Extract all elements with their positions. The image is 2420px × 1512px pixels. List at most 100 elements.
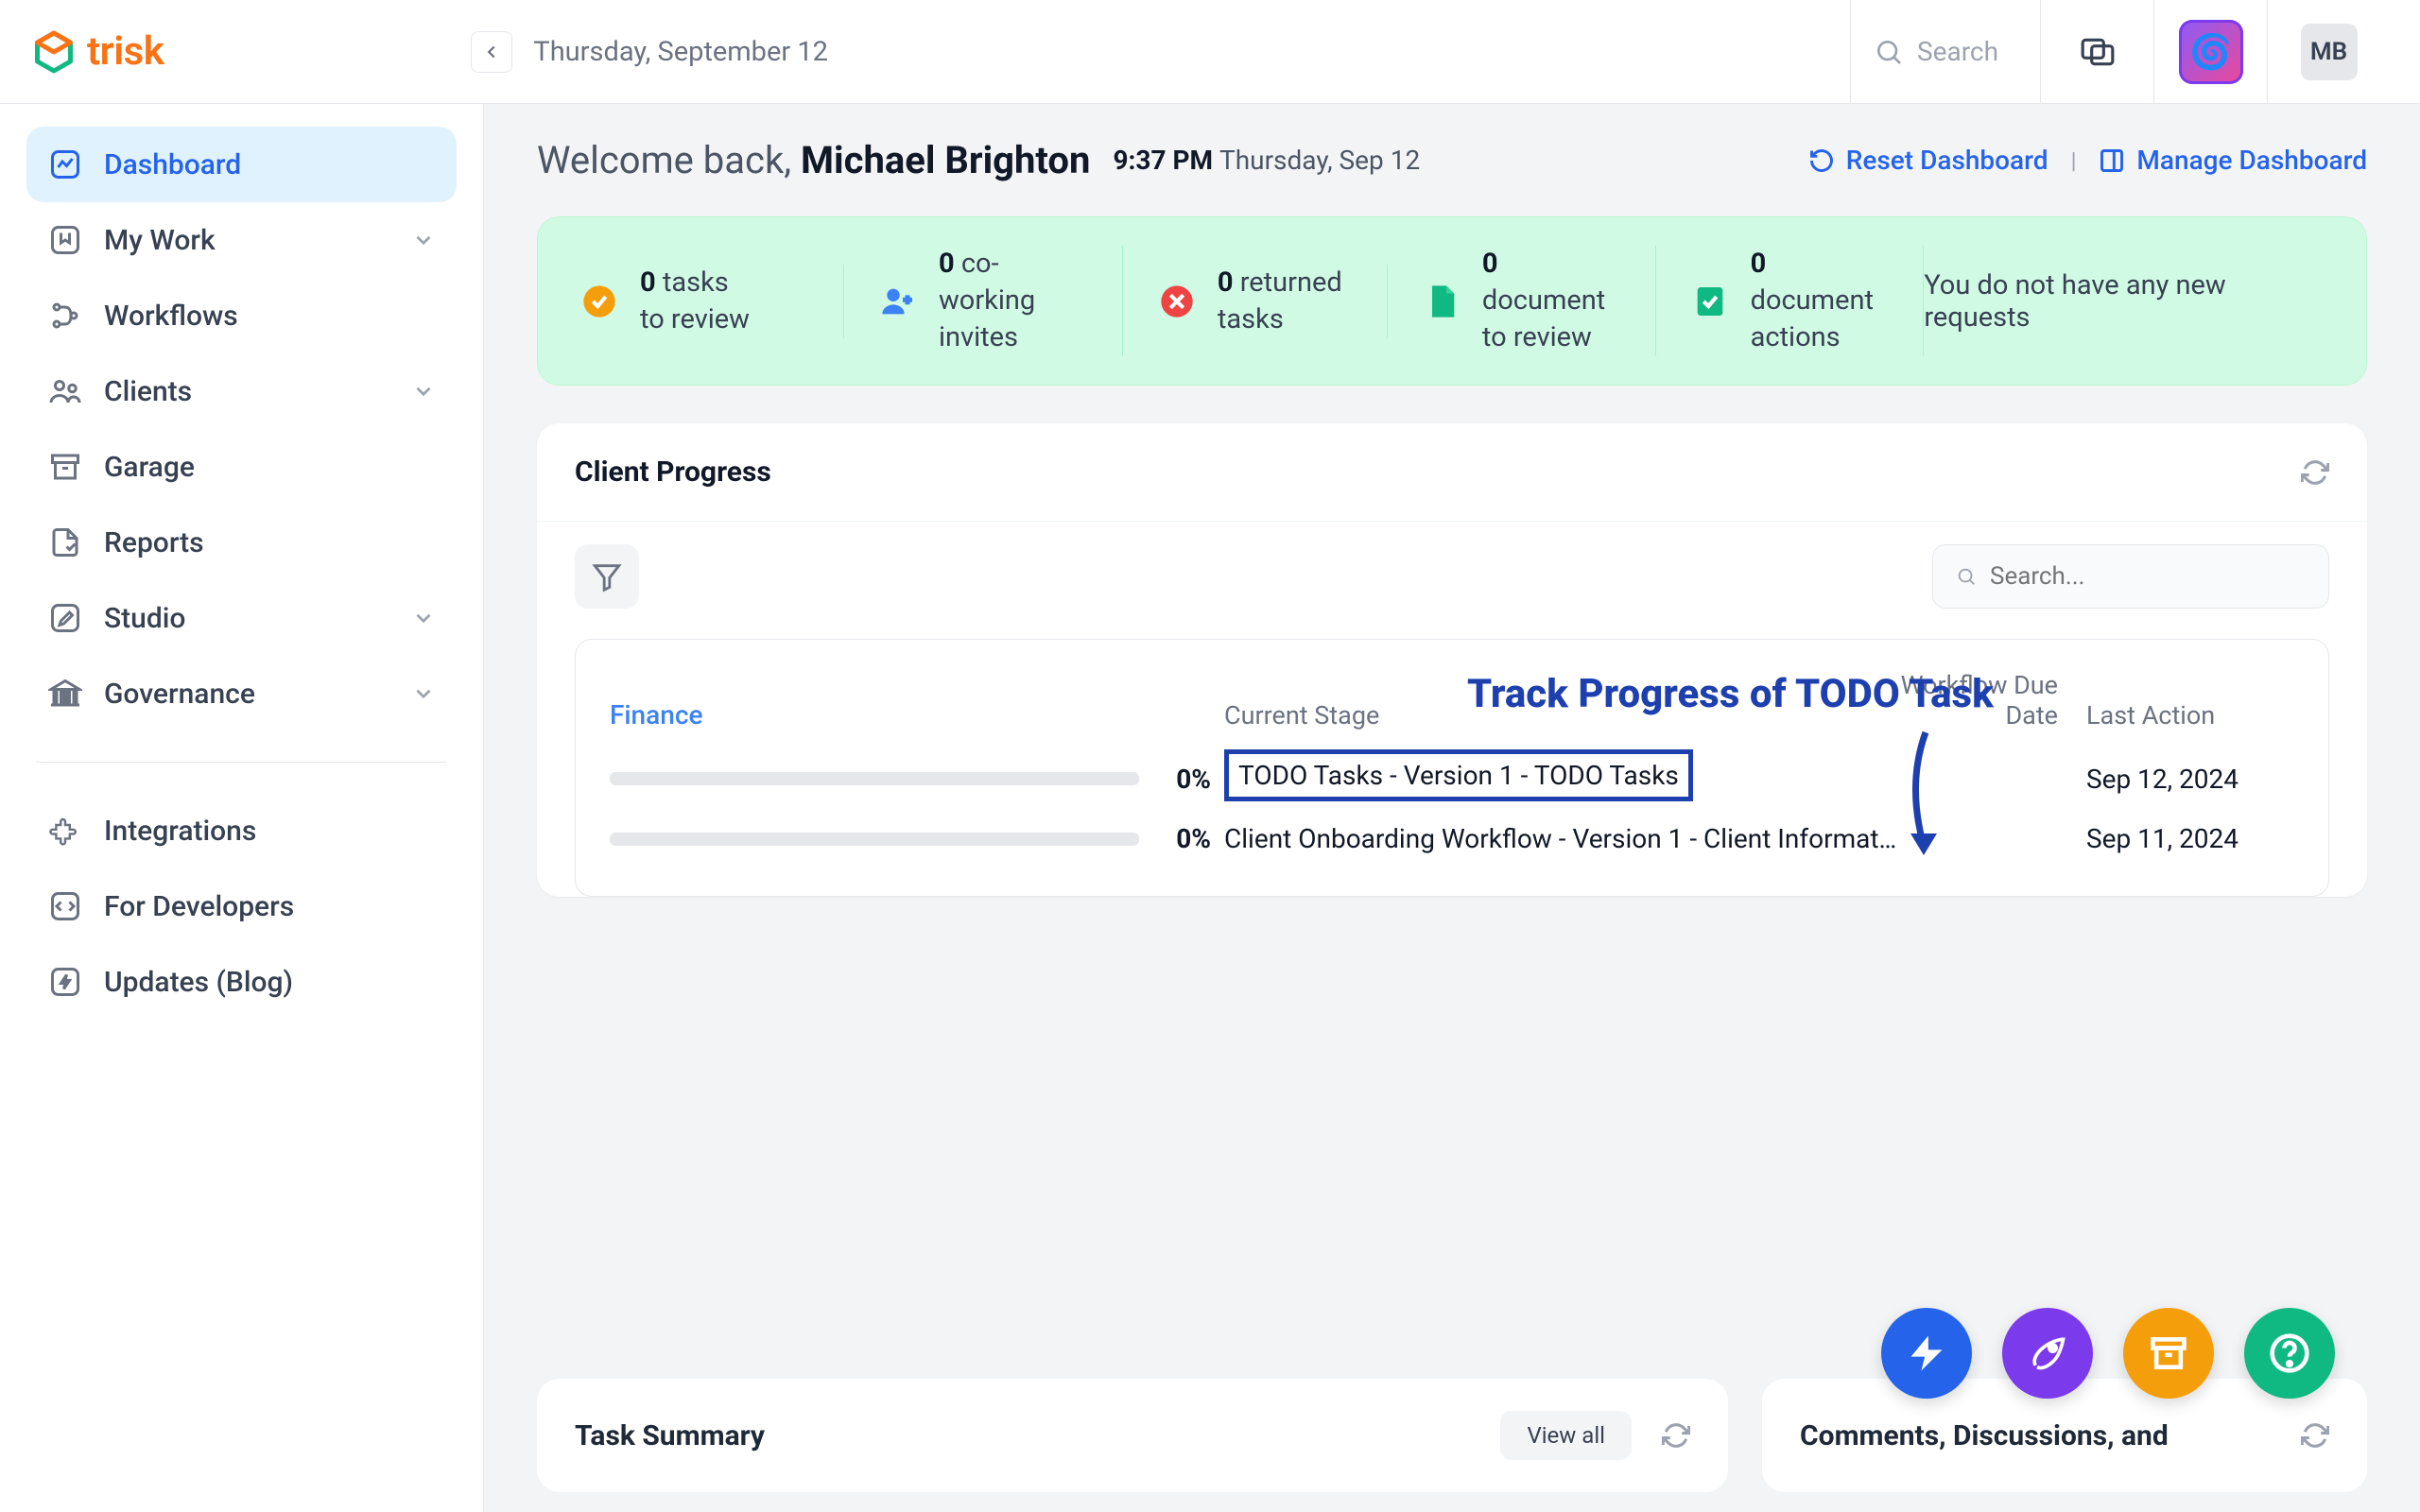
nav-label: Dashboard xyxy=(104,148,241,181)
stat-returned[interactable]: 0 returnedtasks xyxy=(1123,265,1388,338)
nav-reports[interactable]: Reports xyxy=(26,505,457,580)
nav-studio[interactable]: Studio xyxy=(26,580,457,656)
nav-label: Integrations xyxy=(104,815,256,848)
chevron-down-icon xyxy=(411,681,436,706)
manage-dashboard-link[interactable]: Manage Dashboard xyxy=(2099,145,2367,176)
search-label: Search xyxy=(1917,36,1998,67)
stage-text: Client Onboarding Workflow - Version 1 -… xyxy=(1224,823,1905,854)
nav-label: For Developers xyxy=(104,890,294,923)
logo-mark-icon xyxy=(30,28,78,76)
stat-doc-review[interactable]: 0 documentto review xyxy=(1388,246,1656,356)
topbar: trisk Thursday, September 12 Search 🌀 MB xyxy=(0,0,2420,104)
filter-icon xyxy=(591,560,623,593)
panel-search-input[interactable] xyxy=(1990,562,2306,591)
search-icon xyxy=(1874,37,1904,67)
annotation-text: Track Progress of TODO Task xyxy=(1467,671,1994,717)
bookmark-icon xyxy=(47,222,83,258)
check-circle-icon xyxy=(579,282,619,321)
separator: | xyxy=(2071,147,2077,174)
logo-text: trisk xyxy=(87,28,164,75)
client-link[interactable]: Finance xyxy=(610,699,1224,730)
task-summary-panel: Task Summary View all xyxy=(537,1379,1728,1492)
task-summary-title: Task Summary xyxy=(575,1419,765,1452)
bank-icon xyxy=(47,676,83,712)
filter-button[interactable] xyxy=(575,544,639,609)
layout-icon xyxy=(2099,147,2125,174)
bolt-icon xyxy=(1906,1332,1947,1374)
progress-pct: 0% xyxy=(1158,764,1224,795)
nav-my-work[interactable]: My Work xyxy=(26,202,457,278)
col-action: Last Action xyxy=(2086,700,2294,730)
messages-icon xyxy=(2080,34,2116,70)
branch-icon xyxy=(47,298,83,334)
nav-workflows[interactable]: Workflows xyxy=(26,278,457,353)
client-progress-panel: Client Progress Finance Current Stage xyxy=(537,423,2367,897)
nav-label: Workflows xyxy=(104,300,238,333)
refresh-icon xyxy=(2301,1421,2329,1450)
chart-icon xyxy=(47,146,83,182)
app-launcher[interactable]: 🌀 xyxy=(2153,0,2267,104)
progress-bar xyxy=(610,772,1139,785)
nav-governance[interactable]: Governance xyxy=(26,656,457,731)
no-requests-text: You do not have any new requests xyxy=(1924,269,2325,334)
progress-bar xyxy=(610,833,1139,846)
nav-garage[interactable]: Garage xyxy=(26,429,457,505)
topbar-date: Thursday, September 12 xyxy=(533,36,828,68)
bolt-icon xyxy=(47,964,83,1000)
stat-doc-actions[interactable]: 0 documentactions xyxy=(1656,246,1925,356)
view-all-button[interactable]: View all xyxy=(1500,1411,1632,1460)
fab-bolt[interactable] xyxy=(1881,1308,1972,1399)
collapse-sidebar-button[interactable] xyxy=(471,31,512,73)
nav-clients[interactable]: Clients xyxy=(26,353,457,429)
nav-integrations[interactable]: Integrations xyxy=(26,793,457,868)
nav-label: Clients xyxy=(104,375,192,408)
sidebar: Dashboard My Work Workflows Clients Garage Re… xyxy=(0,104,484,1512)
document-check-icon xyxy=(1690,282,1730,321)
x-circle-icon xyxy=(1157,282,1197,321)
logo[interactable]: trisk xyxy=(30,28,164,76)
sidebar-divider xyxy=(36,762,447,763)
user-menu[interactable]: MB xyxy=(2267,0,2390,104)
nav-label: Garage xyxy=(104,451,195,484)
archive-icon xyxy=(2148,1332,2189,1374)
users-icon xyxy=(47,373,83,409)
nav-updates-blog-[interactable]: Updates (Blog) xyxy=(26,944,457,1020)
fab-help[interactable] xyxy=(2244,1308,2335,1399)
welcome-row: Welcome back, Michael Brighton 9:37 PM T… xyxy=(537,138,2367,182)
reset-dashboard-link[interactable]: Reset Dashboard xyxy=(1808,145,2048,176)
nav-label: Reports xyxy=(104,526,204,559)
document-icon xyxy=(1422,282,1461,321)
panel-title: Client Progress xyxy=(575,455,771,489)
last-action: Sep 11, 2024 xyxy=(2086,823,2294,854)
welcome-time: 9:37 PM Thursday, Sep 12 xyxy=(1113,145,1420,176)
global-search[interactable]: Search xyxy=(1850,0,2040,104)
refresh-button[interactable] xyxy=(1662,1421,1690,1450)
nav-label: Governance xyxy=(104,678,255,711)
nav-dashboard[interactable]: Dashboard xyxy=(26,127,457,202)
refresh-button[interactable] xyxy=(2301,458,2329,487)
nav-label: My Work xyxy=(104,224,216,257)
progress-row[interactable]: 0%Client Onboarding Workflow - Version 1… xyxy=(610,823,2294,854)
messages-button[interactable] xyxy=(2040,0,2153,104)
chevron-down-icon xyxy=(411,606,436,630)
stat-coworking[interactable]: 0 co-workinginvites xyxy=(844,246,1123,356)
panel-search[interactable] xyxy=(1932,544,2329,609)
pencil-icon xyxy=(47,600,83,636)
chevron-down-icon xyxy=(411,379,436,404)
annotation-arrow-icon xyxy=(1897,728,1954,860)
fab-rocket[interactable] xyxy=(2002,1308,2093,1399)
rocket-icon xyxy=(2027,1332,2068,1374)
refresh-button[interactable] xyxy=(2301,1421,2329,1450)
progress-row[interactable]: 0%TODO Tasks - Version 1 - TODO TasksSep… xyxy=(610,749,2294,808)
main-content: Welcome back, Michael Brighton 9:37 PM T… xyxy=(484,104,2420,1512)
chevron-down-icon xyxy=(411,228,436,252)
avatar: MB xyxy=(2301,24,2358,80)
nav-for-developers[interactable]: For Developers xyxy=(26,868,457,944)
comments-title: Comments, Discussions, and xyxy=(1800,1419,2169,1452)
client-card: Finance Current Stage Workflow Due Date … xyxy=(575,639,2329,897)
app-icon: 🌀 xyxy=(2179,20,2243,84)
archive-icon xyxy=(47,449,83,485)
undo-icon xyxy=(1808,147,1835,174)
stat-tasks-review[interactable]: 0 tasksto review xyxy=(579,265,844,338)
fab-archive[interactable] xyxy=(2123,1308,2214,1399)
